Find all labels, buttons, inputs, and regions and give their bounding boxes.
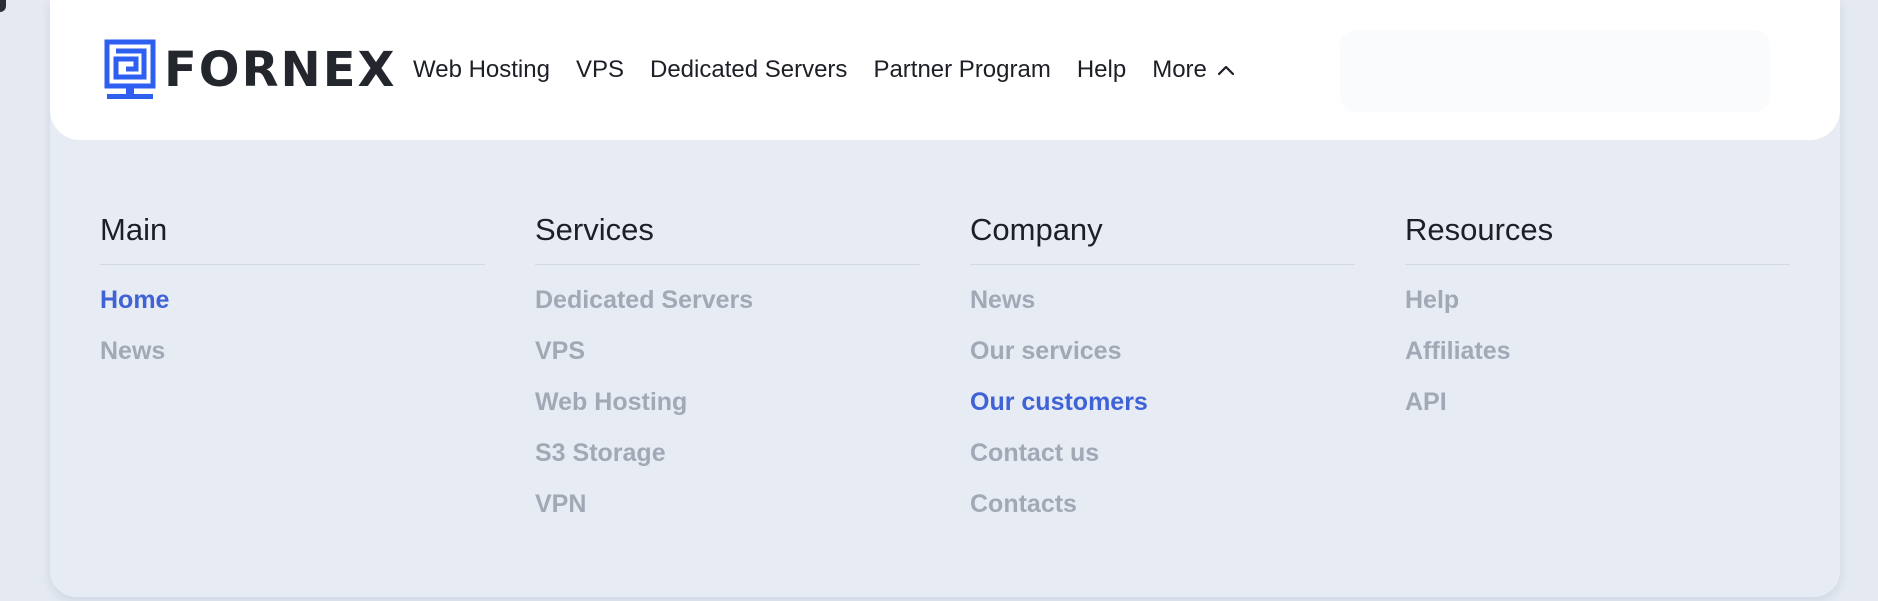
chevron-up-icon xyxy=(1217,65,1234,76)
nav-web-hosting[interactable]: Web Hosting xyxy=(413,56,550,84)
column-title: Company xyxy=(970,208,1355,265)
menu-columns: Main Home News Services Dedicated Server… xyxy=(100,208,1790,537)
nav-dedicated-servers[interactable]: Dedicated Servers xyxy=(650,56,847,84)
menu-link-s3-storage[interactable]: S3 Storage xyxy=(535,435,920,486)
site-header: FORNEX Web Hosting VPS Dedicated Servers… xyxy=(50,0,1840,140)
menu-link-vpn[interactable]: VPN xyxy=(535,486,920,537)
menu-column-main: Main Home News xyxy=(100,208,485,537)
page: FORNEX Web Hosting VPS Dedicated Servers… xyxy=(0,0,1878,601)
column-title: Main xyxy=(100,208,485,265)
column-links: Dedicated Servers VPS Web Hosting S3 Sto… xyxy=(535,265,920,537)
menu-link-dedicated-servers[interactable]: Dedicated Servers xyxy=(535,282,920,333)
menu-link-news[interactable]: News xyxy=(100,333,485,384)
fornex-logo-icon xyxy=(104,39,156,99)
column-links: Home News xyxy=(100,265,485,384)
menu-link-web-hosting[interactable]: Web Hosting xyxy=(535,384,920,435)
menu-link-our-services[interactable]: Our services xyxy=(970,333,1355,384)
header-actions-placeholder xyxy=(1340,30,1770,112)
column-links: News Our services Our customers Contact … xyxy=(970,265,1355,537)
menu-link-our-customers[interactable]: Our customers xyxy=(970,384,1355,435)
column-links: Help Affiliates API xyxy=(1405,265,1790,435)
mega-menu-panel: FORNEX Web Hosting VPS Dedicated Servers… xyxy=(50,0,1840,597)
nav-more[interactable]: More xyxy=(1152,56,1236,84)
logo-link[interactable]: FORNEX xyxy=(104,39,397,101)
menu-link-vps[interactable]: VPS xyxy=(535,333,920,384)
column-title: Resources xyxy=(1405,208,1790,265)
nav-vps[interactable]: VPS xyxy=(576,56,624,84)
menu-column-resources: Resources Help Affiliates API xyxy=(1405,208,1790,537)
menu-column-company: Company News Our services Our customers … xyxy=(970,208,1355,537)
menu-link-contact-us[interactable]: Contact us xyxy=(970,435,1355,486)
main-nav: Web Hosting VPS Dedicated Servers Partne… xyxy=(413,52,1262,88)
menu-column-services: Services Dedicated Servers VPS Web Hosti… xyxy=(535,208,920,537)
window-edge xyxy=(0,0,6,12)
menu-link-affiliates[interactable]: Affiliates xyxy=(1405,333,1790,384)
brand-name: FORNEX xyxy=(164,42,397,98)
menu-link-news[interactable]: News xyxy=(970,282,1355,333)
column-title: Services xyxy=(535,208,920,265)
menu-link-contacts[interactable]: Contacts xyxy=(970,486,1355,537)
nav-help[interactable]: Help xyxy=(1077,56,1126,84)
menu-link-api[interactable]: API xyxy=(1405,384,1790,435)
menu-link-home[interactable]: Home xyxy=(100,282,485,333)
menu-link-help[interactable]: Help xyxy=(1405,282,1790,333)
nav-partner-program[interactable]: Partner Program xyxy=(873,56,1050,84)
nav-more-label: More xyxy=(1152,56,1207,83)
